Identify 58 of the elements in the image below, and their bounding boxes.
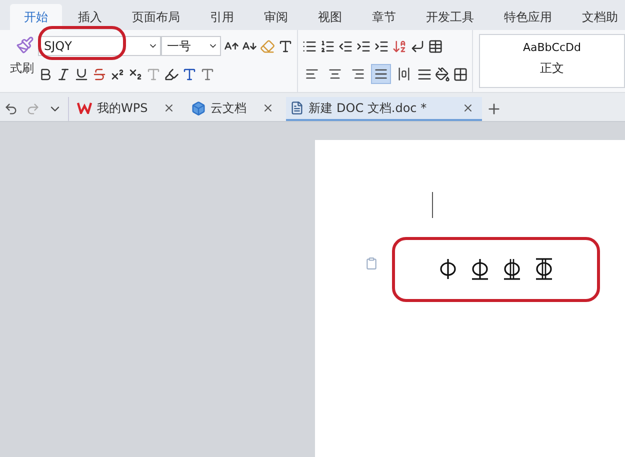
table-icon[interactable] bbox=[428, 38, 443, 54]
ribbon-tab[interactable]: 章节 bbox=[358, 4, 410, 30]
superscript-icon[interactable] bbox=[110, 66, 125, 82]
sort-icon[interactable] bbox=[392, 38, 407, 54]
ribbon-tab[interactable]: 审阅 bbox=[250, 4, 302, 30]
ribbon-tab[interactable]: 视图 bbox=[304, 4, 356, 30]
close-icon[interactable] bbox=[162, 102, 175, 114]
borders-icon[interactable] bbox=[453, 66, 468, 82]
rebar-symbol-icon bbox=[471, 256, 489, 282]
ribbon-tab[interactable]: 文档助 bbox=[568, 4, 625, 30]
strikethrough-icon[interactable] bbox=[92, 66, 107, 82]
ribbon-tab[interactable]: 开始 bbox=[10, 4, 62, 30]
italic-icon[interactable] bbox=[56, 66, 71, 82]
bullet-list-icon[interactable] bbox=[302, 38, 317, 54]
align-lines-icon bbox=[305, 67, 319, 81]
style-gallery[interactable]: AaBbCcDd 正文 bbox=[479, 34, 625, 88]
bold-icon[interactable] bbox=[38, 66, 53, 82]
document-tab[interactable]: 新建 DOC 文档.doc * bbox=[286, 97, 482, 121]
document-icon bbox=[290, 101, 304, 115]
rebar-symbol-icon bbox=[503, 256, 521, 282]
numbered-list-icon[interactable] bbox=[320, 38, 335, 54]
add-tab-icon[interactable] bbox=[486, 101, 502, 117]
paragraph-mark-icon[interactable] bbox=[410, 38, 425, 54]
ribbon-tab[interactable]: 特色应用 bbox=[490, 4, 566, 30]
font-size-field[interactable]: 一号 bbox=[161, 36, 221, 56]
ribbon-tab[interactable]: 页面布局 bbox=[118, 4, 194, 30]
align-lines-icon bbox=[374, 67, 388, 81]
ribbon-tab[interactable]: 开发工具 bbox=[412, 4, 488, 30]
align-button[interactable] bbox=[371, 64, 391, 84]
subscript-icon[interactable] bbox=[128, 66, 143, 82]
document-tab[interactable]: 云文档 bbox=[186, 97, 282, 121]
ribbon-tab[interactable]: 插入 bbox=[64, 4, 116, 30]
brush-icon[interactable] bbox=[16, 36, 34, 54]
highlighter-icon[interactable] bbox=[164, 66, 179, 82]
underline-icon[interactable] bbox=[74, 66, 89, 82]
align-lines-icon bbox=[397, 67, 411, 81]
style-name: 正文 bbox=[540, 60, 564, 77]
tab-title: 云文档 bbox=[210, 100, 247, 116]
shading-icon[interactable] bbox=[435, 66, 450, 82]
style-preview: AaBbCcDd bbox=[523, 41, 581, 54]
rebar-symbol-icon bbox=[439, 256, 457, 282]
close-icon[interactable] bbox=[462, 102, 474, 114]
align-lines-icon bbox=[351, 67, 365, 81]
undo-icon[interactable] bbox=[4, 102, 18, 116]
text-cursor bbox=[432, 192, 433, 218]
format-painter-label[interactable]: 式刷 bbox=[10, 60, 34, 77]
rebar-symbol-icon bbox=[535, 256, 553, 282]
ribbon-tab[interactable]: 引用 bbox=[196, 4, 248, 30]
document-tab[interactable]: 我的WPS bbox=[73, 97, 183, 121]
align-lines-icon bbox=[328, 67, 342, 81]
close-icon[interactable] bbox=[262, 102, 274, 114]
tab-title: 我的WPS bbox=[97, 100, 148, 116]
w-logo-icon bbox=[77, 102, 92, 114]
font-field[interactable]: SJQY bbox=[38, 36, 161, 56]
decrease-indent-icon[interactable] bbox=[338, 38, 353, 54]
increase-indent-icon[interactable] bbox=[356, 38, 371, 54]
tab-title: 新建 DOC 文档.doc * bbox=[308, 100, 427, 116]
cube-icon bbox=[190, 100, 206, 116]
